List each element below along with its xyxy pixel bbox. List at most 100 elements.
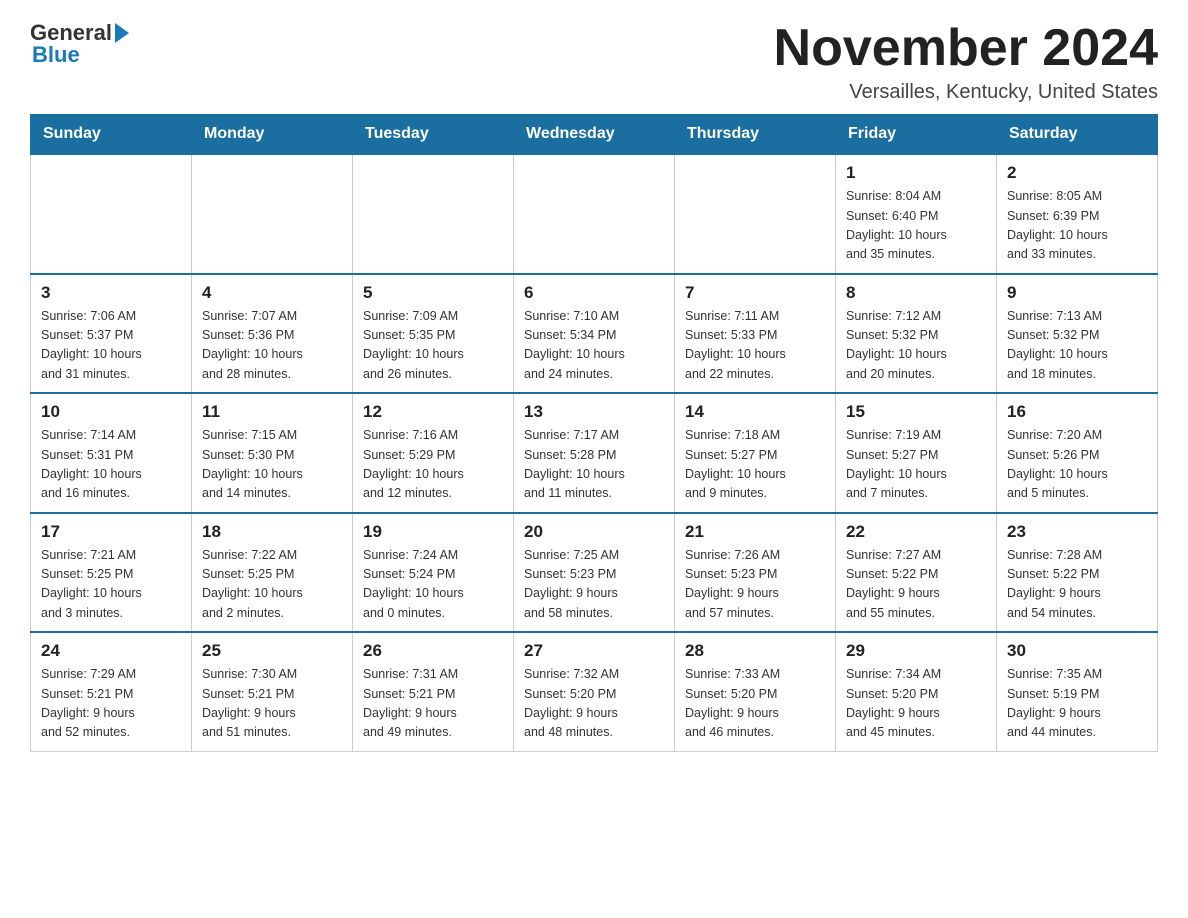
day-number: 2	[1007, 163, 1147, 183]
day-info: Sunrise: 7:09 AMSunset: 5:35 PMDaylight:…	[363, 307, 503, 385]
day-number: 11	[202, 402, 342, 422]
header-wednesday: Wednesday	[514, 115, 675, 155]
logo-blue-text: Blue	[32, 42, 80, 68]
day-info: Sunrise: 8:04 AMSunset: 6:40 PMDaylight:…	[846, 187, 986, 265]
day-number: 10	[41, 402, 181, 422]
day-info: Sunrise: 7:06 AMSunset: 5:37 PMDaylight:…	[41, 307, 181, 385]
calendar-cell: 28 Sunrise: 7:33 AMSunset: 5:20 PMDayligh…	[675, 632, 836, 751]
header-tuesday: Tuesday	[353, 115, 514, 155]
calendar-cell: 23 Sunrise: 7:28 AMSunset: 5:22 PMDayligh…	[997, 513, 1158, 633]
day-number: 14	[685, 402, 825, 422]
day-number: 5	[363, 283, 503, 303]
logo-arrow-icon	[115, 23, 129, 43]
title-area: November 2024 Versailles, Kentucky, Unit…	[774, 20, 1158, 104]
day-info: Sunrise: 8:05 AMSunset: 6:39 PMDaylight:…	[1007, 187, 1147, 265]
day-info: Sunrise: 7:27 AMSunset: 5:22 PMDaylight:…	[846, 546, 986, 624]
day-info: Sunrise: 7:25 AMSunset: 5:23 PMDaylight:…	[524, 546, 664, 624]
calendar-week-3: 10 Sunrise: 7:14 AMSunset: 5:31 PMDayligh…	[31, 393, 1158, 513]
logo: General Blue	[30, 20, 129, 68]
day-info: Sunrise: 7:12 AMSunset: 5:32 PMDaylight:…	[846, 307, 986, 385]
day-number: 30	[1007, 641, 1147, 661]
day-info: Sunrise: 7:11 AMSunset: 5:33 PMDaylight:…	[685, 307, 825, 385]
day-number: 21	[685, 522, 825, 542]
day-info: Sunrise: 7:30 AMSunset: 5:21 PMDaylight:…	[202, 665, 342, 743]
day-info: Sunrise: 7:33 AMSunset: 5:20 PMDaylight:…	[685, 665, 825, 743]
calendar-cell	[31, 154, 192, 274]
calendar-cell: 1 Sunrise: 8:04 AMSunset: 6:40 PMDaylight…	[836, 154, 997, 274]
weekday-header-row: Sunday Monday Tuesday Wednesday Thursday…	[31, 115, 1158, 155]
day-info: Sunrise: 7:31 AMSunset: 5:21 PMDaylight:…	[363, 665, 503, 743]
day-info: Sunrise: 7:14 AMSunset: 5:31 PMDaylight:…	[41, 426, 181, 504]
calendar-cell: 9 Sunrise: 7:13 AMSunset: 5:32 PMDaylight…	[997, 274, 1158, 394]
day-number: 25	[202, 641, 342, 661]
day-number: 22	[846, 522, 986, 542]
header-monday: Monday	[192, 115, 353, 155]
calendar-cell: 16Sunrise: 7:20 AMSunset: 5:26 PMDayligh…	[997, 393, 1158, 513]
month-title: November 2024	[774, 20, 1158, 77]
calendar-cell: 15 Sunrise: 7:19 AMSunset: 5:27 PMDayligh…	[836, 393, 997, 513]
day-number: 19	[363, 522, 503, 542]
calendar-cell: 26 Sunrise: 7:31 AMSunset: 5:21 PMDayligh…	[353, 632, 514, 751]
calendar-cell	[514, 154, 675, 274]
header-saturday: Saturday	[997, 115, 1158, 155]
day-info: Sunrise: 7:07 AMSunset: 5:36 PMDaylight:…	[202, 307, 342, 385]
day-info: Sunrise: 7:29 AMSunset: 5:21 PMDaylight:…	[41, 665, 181, 743]
day-number: 4	[202, 283, 342, 303]
calendar-table: Sunday Monday Tuesday Wednesday Thursday…	[30, 114, 1158, 752]
calendar-cell	[353, 154, 514, 274]
day-info: Sunrise: 7:21 AMSunset: 5:25 PMDaylight:…	[41, 546, 181, 624]
calendar-cell: 17Sunrise: 7:21 AMSunset: 5:25 PMDayligh…	[31, 513, 192, 633]
day-info: Sunrise: 7:20 AMSunset: 5:26 PMDaylight:…	[1007, 426, 1147, 504]
day-info: Sunrise: 7:18 AMSunset: 5:27 PMDaylight:…	[685, 426, 825, 504]
calendar-cell: 14 Sunrise: 7:18 AMSunset: 5:27 PMDayligh…	[675, 393, 836, 513]
day-info: Sunrise: 7:17 AMSunset: 5:28 PMDaylight:…	[524, 426, 664, 504]
calendar-cell: 10 Sunrise: 7:14 AMSunset: 5:31 PMDayligh…	[31, 393, 192, 513]
calendar-cell: 21 Sunrise: 7:26 AMSunset: 5:23 PMDayligh…	[675, 513, 836, 633]
header-sunday: Sunday	[31, 115, 192, 155]
header-friday: Friday	[836, 115, 997, 155]
day-number: 18	[202, 522, 342, 542]
day-info: Sunrise: 7:26 AMSunset: 5:23 PMDaylight:…	[685, 546, 825, 624]
calendar-week-2: 3 Sunrise: 7:06 AMSunset: 5:37 PMDaylight…	[31, 274, 1158, 394]
day-number: 29	[846, 641, 986, 661]
day-number: 1	[846, 163, 986, 183]
day-number: 9	[1007, 283, 1147, 303]
day-info: Sunrise: 7:34 AMSunset: 5:20 PMDaylight:…	[846, 665, 986, 743]
calendar-cell: 19 Sunrise: 7:24 AMSunset: 5:24 PMDayligh…	[353, 513, 514, 633]
calendar-week-1: 1 Sunrise: 8:04 AMSunset: 6:40 PMDaylight…	[31, 154, 1158, 274]
day-number: 12	[363, 402, 503, 422]
day-number: 28	[685, 641, 825, 661]
day-number: 7	[685, 283, 825, 303]
day-info: Sunrise: 7:13 AMSunset: 5:32 PMDaylight:…	[1007, 307, 1147, 385]
calendar-cell	[675, 154, 836, 274]
calendar-cell: 22 Sunrise: 7:27 AMSunset: 5:22 PMDayligh…	[836, 513, 997, 633]
day-info: Sunrise: 7:35 AMSunset: 5:19 PMDaylight:…	[1007, 665, 1147, 743]
calendar-cell: 4 Sunrise: 7:07 AMSunset: 5:36 PMDaylight…	[192, 274, 353, 394]
day-number: 20	[524, 522, 664, 542]
day-number: 26	[363, 641, 503, 661]
calendar-cell: 6 Sunrise: 7:10 AMSunset: 5:34 PMDaylight…	[514, 274, 675, 394]
day-info: Sunrise: 7:22 AMSunset: 5:25 PMDaylight:…	[202, 546, 342, 624]
day-number: 15	[846, 402, 986, 422]
calendar-cell: 20 Sunrise: 7:25 AMSunset: 5:23 PMDayligh…	[514, 513, 675, 633]
day-info: Sunrise: 7:32 AMSunset: 5:20 PMDaylight:…	[524, 665, 664, 743]
day-info: Sunrise: 7:10 AMSunset: 5:34 PMDaylight:…	[524, 307, 664, 385]
day-number: 23	[1007, 522, 1147, 542]
location-subtitle: Versailles, Kentucky, United States	[774, 81, 1158, 104]
header-thursday: Thursday	[675, 115, 836, 155]
calendar-cell: 13Sunrise: 7:17 AMSunset: 5:28 PMDayligh…	[514, 393, 675, 513]
day-info: Sunrise: 7:24 AMSunset: 5:24 PMDaylight:…	[363, 546, 503, 624]
calendar-cell: 12Sunrise: 7:16 AMSunset: 5:29 PMDayligh…	[353, 393, 514, 513]
page-header: General Blue November 2024 Versailles, K…	[30, 20, 1158, 104]
day-info: Sunrise: 7:19 AMSunset: 5:27 PMDaylight:…	[846, 426, 986, 504]
day-number: 24	[41, 641, 181, 661]
calendar-cell: 29 Sunrise: 7:34 AMSunset: 5:20 PMDayligh…	[836, 632, 997, 751]
day-number: 3	[41, 283, 181, 303]
day-number: 8	[846, 283, 986, 303]
calendar-cell: 11Sunrise: 7:15 AMSunset: 5:30 PMDayligh…	[192, 393, 353, 513]
calendar-cell: 18 Sunrise: 7:22 AMSunset: 5:25 PMDayligh…	[192, 513, 353, 633]
day-number: 6	[524, 283, 664, 303]
day-info: Sunrise: 7:28 AMSunset: 5:22 PMDaylight:…	[1007, 546, 1147, 624]
calendar-cell: 3 Sunrise: 7:06 AMSunset: 5:37 PMDaylight…	[31, 274, 192, 394]
calendar-cell: 2 Sunrise: 8:05 AMSunset: 6:39 PMDaylight…	[997, 154, 1158, 274]
